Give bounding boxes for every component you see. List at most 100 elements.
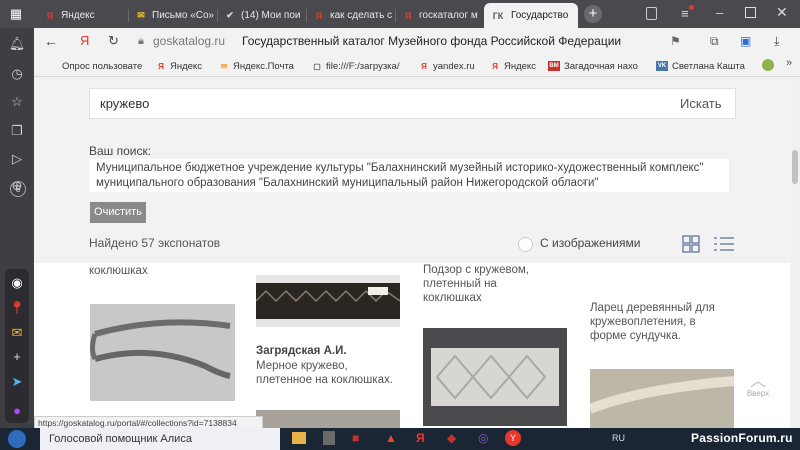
up-label: Вверх (746, 389, 770, 398)
with-images-radio[interactable] (518, 237, 533, 252)
pdf-icon[interactable]: ▲ (385, 431, 397, 445)
chevron-up-icon: ︿ (749, 373, 766, 390)
download-arrow-icon[interactable]: ⤓ (774, 34, 779, 49)
bookmarks-star-icon[interactable]: ☆ (7, 92, 27, 112)
lace-image[interactable] (255, 275, 401, 327)
bookmark-item[interactable]: Опрос пользовате (62, 59, 142, 73)
grid-view-icon[interactable] (682, 235, 700, 253)
page-content: кружево Искать Ваш поиск: Муниципальное … (34, 77, 790, 428)
alice-search-box[interactable]: Голосовой помощник Алиса (40, 428, 280, 450)
minimize-icon[interactable]: – (716, 5, 723, 20)
tab-yandex[interactable]: Я Яндекс (38, 3, 128, 28)
bookmark-label: Загадочная нахо (564, 60, 638, 72)
back-arrow-icon[interactable]: ← (44, 33, 58, 49)
yandex-browser-icon[interactable]: Y (505, 430, 521, 446)
result-title[interactable]: кружевоплетения, в (590, 315, 696, 329)
collections-icon[interactable]: ❐ (7, 121, 27, 141)
result-description[interactable]: Мерное кружево, (256, 359, 348, 373)
clear-button[interactable]: Очистить (90, 202, 146, 223)
goskatalog-icon: ГК (492, 10, 504, 21)
address-field[interactable]: 🔒︎ goskatalog.ru Государственный каталог… (138, 33, 718, 51)
results-grid: коклюшках Загрядская А.И. Мерное кружево… (34, 263, 790, 428)
yandex-taskbar-icon[interactable]: Я (416, 431, 425, 445)
add-app-icon[interactable]: + (7, 346, 27, 366)
result-title[interactable]: Подзор с кружевом, (423, 263, 529, 277)
scrollbar-thumb[interactable] (792, 150, 798, 184)
address-domain: goskatalog.ru (153, 34, 226, 48)
yandex-home-icon[interactable]: Я (80, 33, 89, 48)
tab-mail[interactable]: ✉ Письмо «Со» (129, 3, 217, 28)
maps-pin-icon[interactable]: 📍︎ (7, 298, 27, 318)
bookmark-label: Яндекс.Почта (233, 60, 294, 72)
result-title[interactable]: коклюшках (423, 291, 482, 305)
start-button-icon[interactable] (8, 430, 26, 448)
result-title[interactable]: плетенный на (423, 277, 497, 291)
filter-text-line2: муниципального образования "Балахнинский… (96, 177, 599, 189)
browser-tab-bar: ▦ Я Яндекс ✉ Письмо «Со» ✔ (14) Мои пои … (0, 0, 800, 28)
viber-icon[interactable]: ◎ (478, 431, 488, 445)
with-images-label: С изображениями (540, 236, 641, 250)
send-icon[interactable]: ➤ (7, 372, 27, 392)
bookmark-item[interactable]: VK Светлана Кашта (656, 59, 745, 73)
result-author[interactable]: Загрядская А.И. (256, 344, 347, 358)
browser-sidebar: 🔔︎ ◷ ☆ ❐ ▷ ⊕ 6 ◉ 📍︎ ✉ + ➤ ● (0, 28, 34, 428)
language-indicator[interactable]: RU (612, 433, 625, 443)
close-icon[interactable]: ✕ (776, 4, 788, 21)
result-title[interactable]: Ларец деревянный для (590, 301, 715, 315)
yandex-icon: Я (421, 61, 427, 71)
result-title[interactable]: коклюшках (89, 264, 148, 278)
page-scrollbar[interactable] (790, 77, 800, 428)
tab-goskatalog[interactable]: ГК Государство (484, 3, 578, 28)
scroll-up-button[interactable]: ︿ Вверх (742, 373, 774, 405)
bookmark-label: file:///F:/загрузка/ (326, 60, 400, 72)
yandex-icon: Я (315, 10, 323, 21)
lace-image[interactable] (423, 328, 567, 426)
new-tab-button[interactable]: + (584, 5, 602, 23)
badge-six-icon[interactable]: 6 (10, 181, 26, 197)
bookmark-item[interactable]: Я Яндекс (156, 59, 202, 73)
bookmark-label: Светлана Кашта (672, 60, 745, 72)
word-icon[interactable]: ■ (352, 431, 359, 445)
more-chevron-icon[interactable]: » (786, 57, 792, 69)
remove-filter-icon[interactable]: × (580, 176, 587, 190)
bookmark-item[interactable]: Я Яндекс (490, 59, 536, 73)
extension-icon[interactable] (762, 59, 774, 71)
tab-how-to[interactable]: Я как сделать с (307, 3, 395, 28)
mail-icon: ✉ (137, 10, 145, 20)
vm-icon: ВМ (548, 61, 560, 71)
media-play-icon[interactable]: ▷ (7, 149, 27, 169)
apps-icon[interactable]: ◉ (7, 273, 27, 293)
search-button[interactable]: Искать (680, 96, 722, 111)
bookmark-item[interactable]: Я yandex.ru (419, 59, 475, 73)
search-input[interactable]: кружево (100, 96, 149, 111)
result-title[interactable]: форме сундучка. (590, 329, 681, 343)
mail-app-icon[interactable]: ✉ (7, 323, 27, 343)
search-box: кружево Искать (89, 88, 736, 119)
history-clock-icon[interactable]: ◷ (7, 64, 27, 84)
bookmark-item[interactable]: ✉ Яндекс.Почта (219, 59, 294, 73)
mail-icon: ✉ (220, 61, 228, 71)
list-view-icon[interactable] (714, 235, 734, 253)
tab-goskatalog-search[interactable]: Я госкаталог м (396, 3, 484, 28)
lace-image[interactable] (588, 369, 735, 428)
extensions-icon[interactable]: ⧉ (710, 34, 719, 49)
bookmark-flag-icon[interactable]: ⚑ (670, 34, 681, 48)
maximize-icon[interactable] (745, 7, 756, 18)
lace-image[interactable] (256, 410, 400, 428)
result-description[interactable]: плетенное на коклюшках. (256, 373, 393, 387)
bookmark-item[interactable]: ВМ Загадочная нахо (548, 59, 638, 73)
menu-grid-icon[interactable]: ▦ (6, 4, 26, 24)
red-app-icon[interactable]: ◆ (447, 431, 456, 445)
notifications-bell-icon[interactable]: 🔔︎ (7, 34, 27, 54)
collections-icon[interactable] (646, 7, 657, 20)
menu-icon[interactable]: ≡ (681, 6, 689, 21)
reload-icon[interactable]: ↻ (108, 33, 119, 49)
alice-icon[interactable]: ● (7, 400, 27, 420)
bookmark-item[interactable]: ▢ file:///F:/загрузка/ (312, 59, 399, 73)
app-icon[interactable] (323, 431, 335, 445)
account-icon[interactable]: ▣ (740, 34, 751, 48)
explorer-icon[interactable] (292, 432, 306, 444)
search-filter-chip: Муниципальное бюджетное учреждение культ… (89, 159, 729, 192)
lace-image[interactable] (90, 304, 235, 401)
tab-posts[interactable]: ✔ (14) Мои пои (218, 3, 306, 28)
